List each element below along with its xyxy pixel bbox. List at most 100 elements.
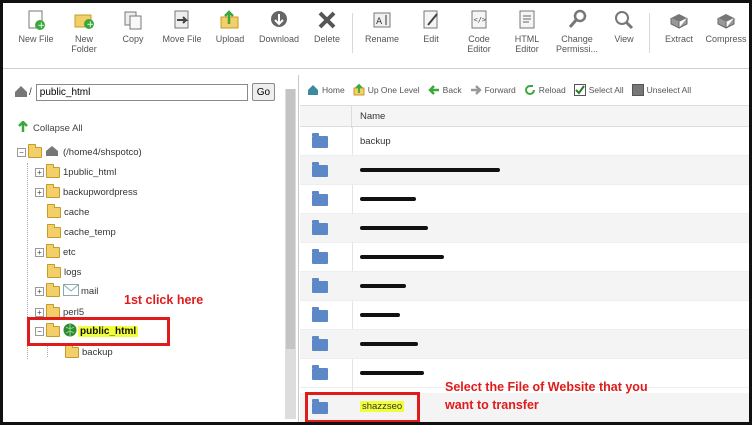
file-row-redacted[interactable] (300, 214, 749, 243)
select-all-label: Select All (588, 85, 624, 95)
tree-item-backupwordpress[interactable]: + backupwordpress (35, 183, 137, 201)
copy-button[interactable]: Copy (111, 9, 155, 65)
highlight-box-shazzseo (305, 392, 420, 422)
compress-button[interactable]: Compress (703, 9, 749, 65)
view-icon (613, 9, 635, 31)
home-button[interactable]: Home (307, 84, 345, 96)
forward-arrow-icon (470, 84, 482, 96)
expand-toggle-icon[interactable]: + (35, 167, 44, 177)
tree-item-label: logs (64, 266, 82, 278)
copy-label: Copy (122, 34, 144, 44)
new-file-icon: + (25, 9, 47, 31)
change-permissions-button[interactable]: Change Permissi... (552, 9, 602, 65)
main-toolbar: + New File + New Folder Copy Move File U… (3, 3, 749, 69)
redacted-name (360, 223, 428, 234)
up-level-icon (353, 83, 365, 96)
tree-item-label: etc (63, 246, 76, 258)
rename-icon: A (371, 9, 393, 31)
folder-icon (47, 203, 61, 218)
code-editor-button[interactable]: </> Code Editor (457, 9, 501, 65)
new-folder-button[interactable]: + New Folder (61, 9, 107, 65)
upload-button[interactable]: Upload (208, 9, 252, 65)
upload-label: Upload (215, 34, 245, 44)
tree-item-cache[interactable]: cache (47, 203, 89, 221)
download-icon (268, 9, 290, 31)
redacted-name (360, 194, 416, 205)
delete-button[interactable]: Delete (307, 9, 347, 65)
file-row-redacted[interactable] (300, 243, 749, 272)
collapse-all-link[interactable]: Collapse All (17, 120, 83, 136)
svg-text:</>: </> (474, 16, 487, 24)
extract-button[interactable]: Extract (657, 9, 701, 65)
new-file-button[interactable]: + New File (13, 9, 59, 65)
move-file-button[interactable]: Move File (159, 9, 205, 65)
tree-item-label: mail (81, 285, 99, 297)
reload-button[interactable]: Reload (524, 84, 566, 96)
unselect-all-label: Unselect All (646, 85, 692, 95)
redacted-name (360, 281, 406, 292)
forward-label: Forward (484, 85, 516, 95)
delete-icon (316, 9, 338, 31)
move-file-icon (171, 9, 193, 31)
tree-item-cache-temp[interactable]: cache_temp (47, 223, 116, 241)
move-file-label: Move File (162, 34, 202, 44)
tree-root[interactable]: − (/home4/shspotco) (17, 143, 142, 161)
up-one-level-button[interactable]: Up One Level (353, 83, 420, 96)
left-scrollbar-thumb[interactable] (286, 89, 295, 349)
select-all-button[interactable]: Select All (573, 84, 624, 96)
go-button[interactable]: Go (251, 83, 276, 101)
expand-toggle-icon[interactable]: + (35, 286, 44, 296)
checkbox-checked-icon (573, 84, 586, 96)
directory-tree-pane: / Go Collapse All − (/home4/shspotco) + … (3, 75, 299, 422)
expand-toggle-icon[interactable]: + (35, 307, 44, 317)
html-editor-label: HTML Editor (514, 34, 540, 54)
folder-icon (312, 365, 328, 380)
reload-icon (524, 84, 536, 96)
forward-button[interactable]: Forward (470, 84, 516, 96)
folder-open-icon (28, 143, 42, 158)
left-scrollbar[interactable] (285, 89, 296, 419)
folder-icon (312, 307, 328, 322)
collapse-all-label: Collapse All (33, 123, 83, 134)
view-label: View (614, 34, 634, 44)
file-row-redacted[interactable] (300, 301, 749, 330)
tree-item-mail[interactable]: + mail (35, 282, 98, 300)
edit-button[interactable]: Edit (411, 9, 451, 65)
html-editor-button[interactable]: HTML Editor (506, 9, 548, 65)
rename-button[interactable]: A Rename (359, 9, 405, 65)
folder-icon (47, 263, 61, 278)
copy-icon (122, 9, 144, 31)
mail-envelope-icon (63, 283, 79, 299)
tree-item-label: 1public_html (63, 166, 117, 178)
reload-label: Reload (538, 85, 566, 95)
redacted-name (360, 310, 400, 321)
tree-item-1public-html[interactable]: + 1public_html (35, 163, 116, 181)
expand-toggle-icon[interactable]: + (35, 247, 44, 257)
toolbar-separator (649, 13, 650, 53)
file-row-redacted[interactable] (300, 330, 749, 359)
tree-item-label: backupwordpress (63, 186, 138, 198)
home-icon (45, 145, 59, 160)
tree-item-etc[interactable]: + etc (35, 243, 76, 261)
back-button[interactable]: Back (427, 84, 462, 96)
name-column-header[interactable]: Name (360, 111, 385, 122)
collapse-toggle-icon[interactable]: − (17, 147, 26, 157)
view-button[interactable]: View (607, 9, 641, 65)
new-folder-label: New Folder (71, 34, 97, 54)
unselect-all-button[interactable]: Unselect All (631, 84, 692, 96)
folder-icon (46, 303, 60, 318)
highlight-box-public-html (27, 317, 170, 346)
compress-label: Compress (705, 34, 747, 44)
file-row-redacted[interactable] (300, 185, 749, 214)
tree-item-logs[interactable]: logs (47, 263, 81, 281)
download-button[interactable]: Download (255, 9, 303, 65)
folder-icon (312, 162, 328, 177)
edit-icon (420, 9, 442, 31)
folder-icon (47, 223, 61, 238)
folder-icon (46, 282, 60, 297)
file-row[interactable]: backup (300, 127, 749, 156)
path-input[interactable] (35, 83, 248, 101)
expand-toggle-icon[interactable]: + (35, 187, 44, 197)
file-row-redacted[interactable] (300, 156, 749, 185)
file-row-redacted[interactable] (300, 272, 749, 301)
